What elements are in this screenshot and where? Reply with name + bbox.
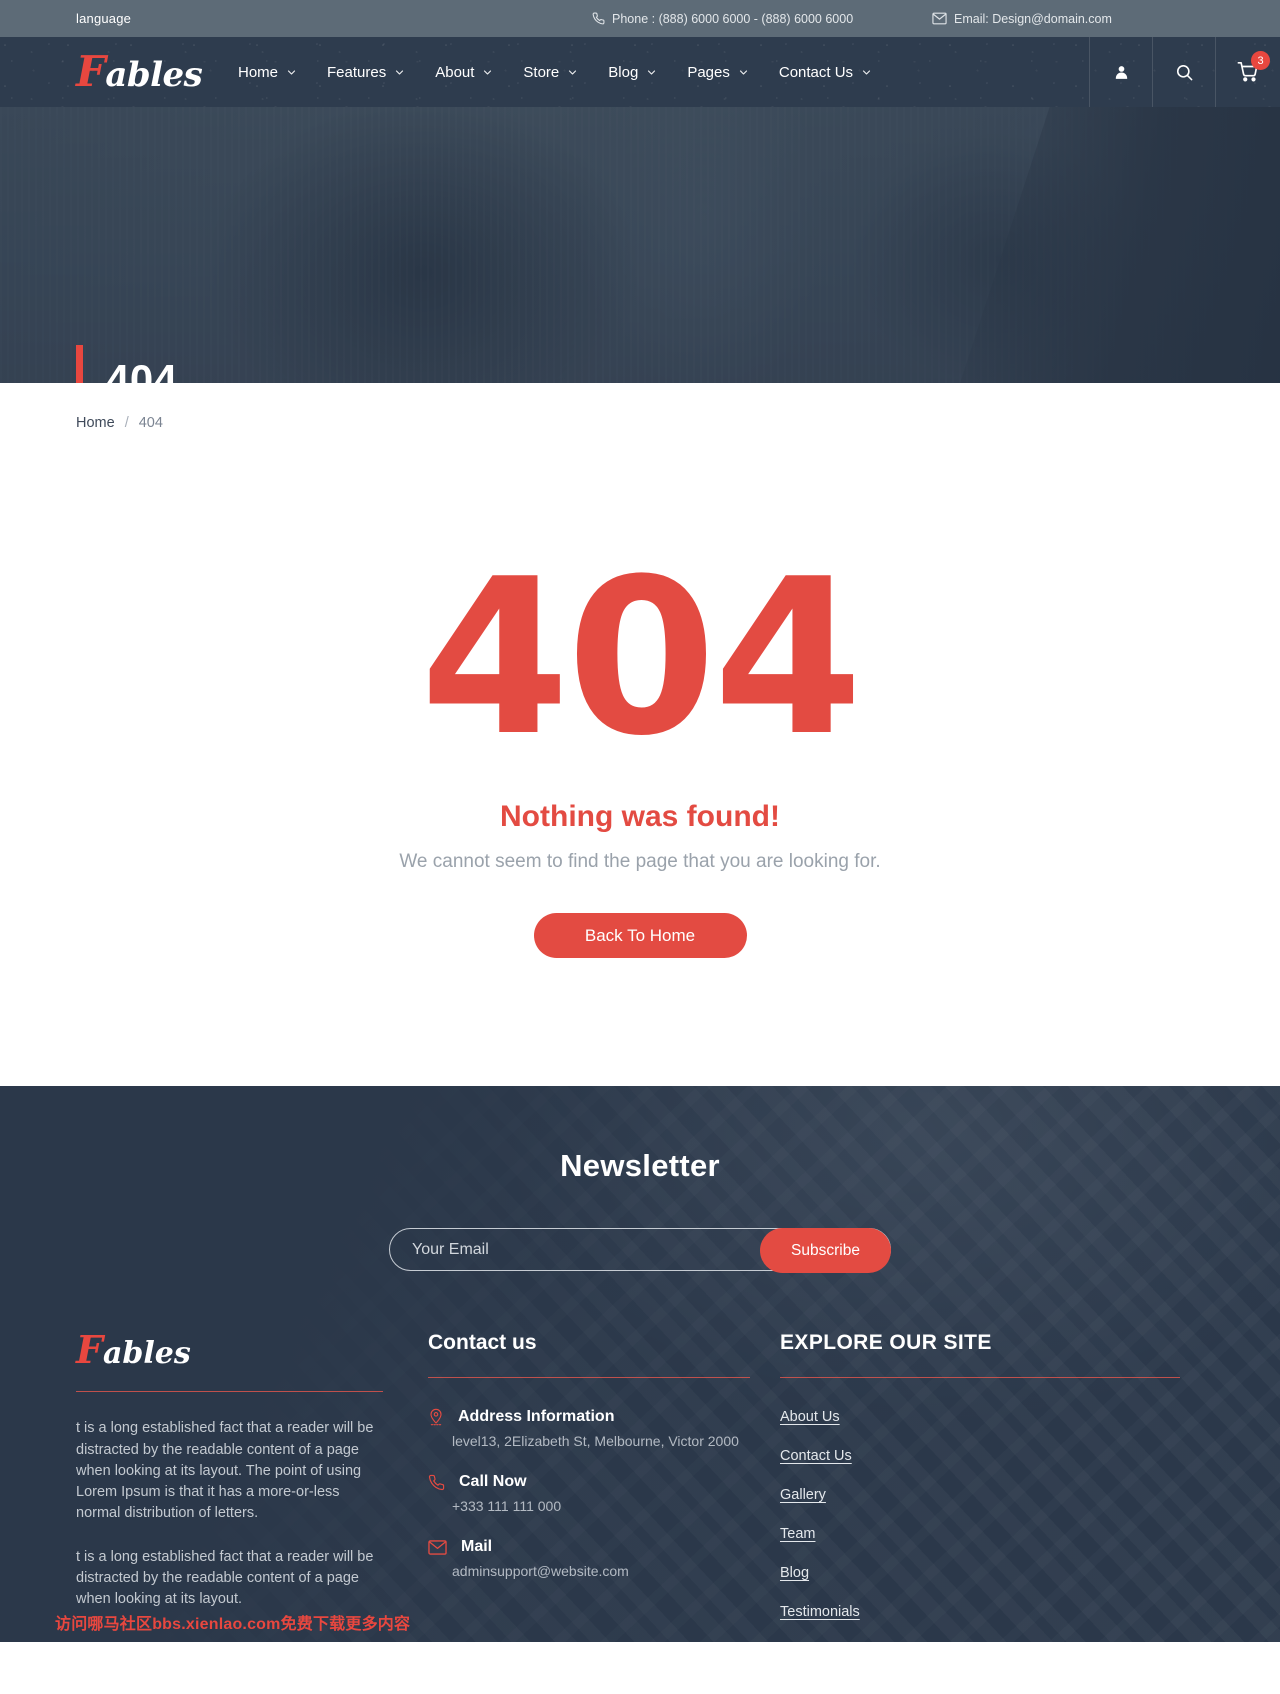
- phone-info: Phone : (888) 6000 6000 - (888) 6000 600…: [592, 12, 853, 26]
- footer-column-contact: Contact us Address Information level13, …: [428, 1331, 780, 1642]
- page-title: 404: [106, 355, 178, 383]
- logo-initial: F: [76, 47, 106, 96]
- footer-link-gallery[interactable]: Gallery: [780, 1487, 826, 1503]
- language-selector[interactable]: language: [76, 11, 131, 26]
- footer-link-team[interactable]: Team: [780, 1526, 815, 1542]
- site-footer: Newsletter Subscribe Fables t is a long …: [0, 1086, 1280, 1643]
- footer-about-paragraph-1: t is a long established fact that a read…: [76, 1420, 374, 1522]
- user-icon: [1113, 64, 1130, 81]
- footer-about-paragraph-2: t is a long established fact that a read…: [76, 1548, 374, 1608]
- footer-link-about-us[interactable]: About Us: [780, 1409, 840, 1425]
- error-heading: Nothing was found!: [500, 800, 780, 834]
- nav-item-store[interactable]: Store: [523, 64, 594, 81]
- contact-value: level13, 2Elizabeth St, Melbourne, Victo…: [452, 1433, 739, 1450]
- error-code: 404: [420, 532, 863, 783]
- nav-item-label: Features: [327, 63, 387, 81]
- list-item: Gallery: [780, 1486, 1180, 1504]
- nav-item-features[interactable]: Features: [327, 64, 421, 81]
- cart-button[interactable]: 3: [1215, 37, 1280, 107]
- chevron-down-icon: [395, 68, 404, 77]
- list-item: Team: [780, 1525, 1180, 1543]
- breadcrumb-current: 404: [138, 415, 163, 431]
- contact-item-phone: Call Now +333 111 111 000: [428, 1473, 750, 1514]
- list-item: Blog: [780, 1564, 1180, 1582]
- nav-item-label: Home: [238, 63, 279, 81]
- newsletter-section: Newsletter Subscribe: [0, 1086, 1280, 1274]
- nav-item-about[interactable]: About: [435, 64, 509, 81]
- footer-explore-title: EXPLORE OUR SITE: [780, 1331, 992, 1355]
- footer-divider: [428, 1377, 750, 1379]
- hero-title-group: 404: [76, 345, 178, 383]
- email-text: Email: Design@domain.com: [954, 11, 1112, 26]
- footer-link-contact-us[interactable]: Contact Us: [780, 1448, 852, 1464]
- nav-item-label: Blog: [608, 63, 639, 81]
- footer-logo-initial: F: [76, 1327, 103, 1373]
- contact-value: adminsupport@website.com: [452, 1563, 629, 1580]
- main-navigation-bar: Fables Home Features About Store Blog Pa…: [0, 37, 1280, 107]
- email-info: Email: Design@domain.com: [932, 12, 1112, 26]
- nav-item-contact-us[interactable]: Contact Us: [779, 64, 888, 81]
- chevron-down-icon: [862, 68, 871, 77]
- envelope-icon: [932, 12, 947, 25]
- breadcrumb-home-link[interactable]: Home: [76, 415, 115, 431]
- footer-logo-text: ables: [102, 1336, 191, 1372]
- nav-item-label: Contact Us: [778, 63, 854, 81]
- list-item: Testimonials: [780, 1603, 1180, 1621]
- nav-menu: Home Features About Store Blog Pages Con…: [238, 37, 888, 107]
- nav-item-label: Store: [523, 63, 560, 81]
- footer-divider: [76, 1391, 383, 1393]
- footer-logo[interactable]: Fables: [76, 1331, 383, 1369]
- nav-item-pages[interactable]: Pages: [687, 64, 765, 81]
- chevron-down-icon: [647, 68, 656, 77]
- contact-item-address: Address Information level13, 2Elizabeth …: [428, 1408, 750, 1449]
- footer-columns: Fables t is a long established fact that…: [0, 1271, 1280, 1642]
- footer-link-blog[interactable]: Blog: [780, 1565, 809, 1581]
- footer-column-about: Fables t is a long established fact that…: [76, 1331, 428, 1642]
- hero-accent-bar: [76, 345, 83, 383]
- top-utility-bar: language Phone : (888) 6000 6000 - (888)…: [0, 0, 1280, 37]
- watermark-text: 访问哪马社区bbs.xienlao.com免费下载更多内容: [55, 1616, 411, 1634]
- map-pin-icon: [428, 1408, 444, 1426]
- list-item: Contact Us: [780, 1447, 1180, 1465]
- nav-item-home[interactable]: Home: [238, 64, 313, 81]
- chevron-down-icon: [287, 68, 296, 77]
- phone-icon: [592, 12, 605, 25]
- site-logo[interactable]: Fables: [76, 51, 203, 95]
- nav-item-blog[interactable]: Blog: [608, 64, 673, 81]
- nav-item-label: Pages: [687, 63, 730, 81]
- phone-text: Phone : (888) 6000 6000 - (888) 6000 600…: [612, 11, 854, 26]
- search-button[interactable]: [1152, 37, 1215, 107]
- breadcrumb: Home / 404: [0, 383, 1280, 431]
- newsletter-title: Newsletter: [560, 1148, 720, 1184]
- breadcrumb-separator: /: [124, 415, 129, 431]
- list-item: About Us: [780, 1408, 1180, 1426]
- nav-item-label: About: [435, 63, 475, 81]
- cart-count-badge: 3: [1251, 51, 1270, 70]
- phone-icon: [428, 1474, 445, 1491]
- contact-label: Address Information: [458, 1408, 615, 1426]
- footer-links-list: About Us Contact Us Gallery Team Blog Te…: [780, 1408, 1180, 1621]
- footer-column-explore: EXPLORE OUR SITE About Us Contact Us Gal…: [780, 1331, 1180, 1642]
- envelope-icon: [428, 1539, 447, 1555]
- contact-label: Call Now: [459, 1473, 527, 1491]
- contact-value: +333 111 111 000: [452, 1498, 562, 1515]
- logo-text: ables: [105, 55, 203, 95]
- chevron-down-icon: [739, 68, 748, 77]
- subscribe-button[interactable]: Subscribe: [760, 1228, 891, 1274]
- page-hero-banner: 404: [0, 107, 1280, 383]
- chevron-down-icon: [568, 68, 577, 77]
- chevron-down-icon: [483, 68, 492, 77]
- error-content-section: 404 Nothing was found! We cannot seem to…: [0, 431, 1280, 1086]
- nav-actions: 3: [1089, 37, 1280, 107]
- search-icon: [1175, 63, 1194, 82]
- newsletter-form: Subscribe: [389, 1228, 891, 1274]
- account-button[interactable]: [1089, 37, 1152, 107]
- back-to-home-button[interactable]: Back To Home: [533, 913, 747, 959]
- footer-link-testimonials[interactable]: Testimonials: [780, 1604, 860, 1620]
- footer-divider: [780, 1377, 1180, 1379]
- contact-item-mail: Mail adminsupport@website.com: [428, 1538, 750, 1579]
- contact-label: Mail: [461, 1538, 493, 1556]
- footer-contact-title: Contact us: [428, 1331, 537, 1355]
- error-description: We cannot seem to find the page that you…: [399, 851, 881, 873]
